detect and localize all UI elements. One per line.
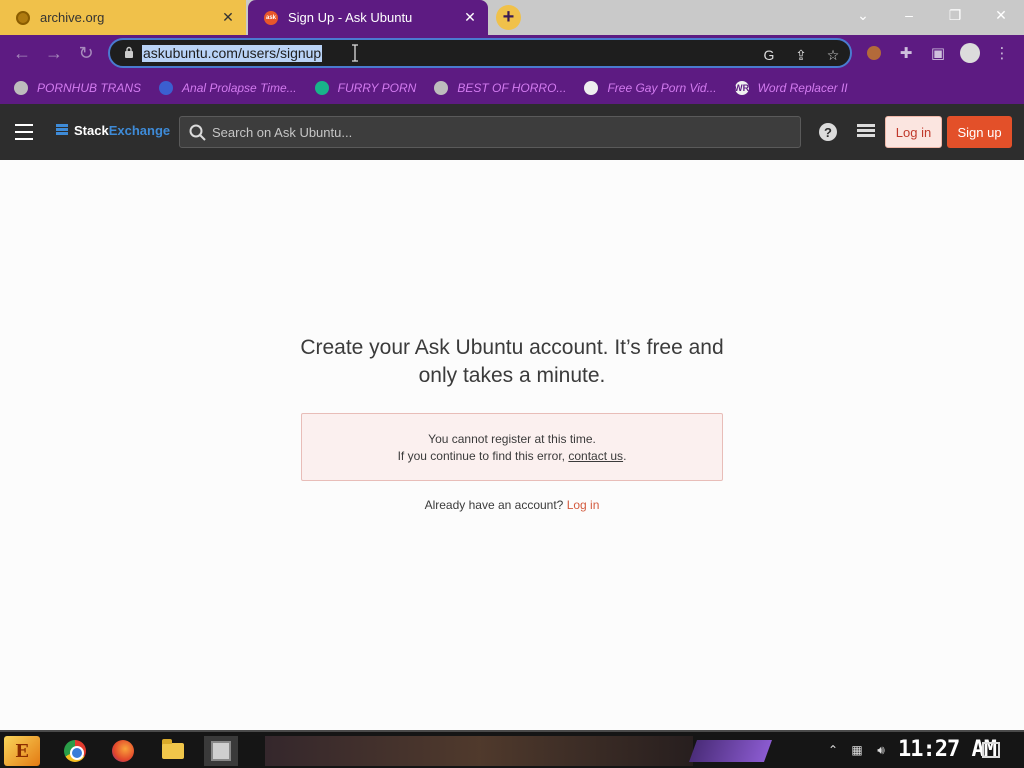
bookmark-item[interactable]: Anal Prolapse Time... [159,80,297,95]
stackexchange-logo-icon [56,123,68,138]
stackexchange-logo[interactable]: Stack Exchange [56,123,170,138]
bookmark-item[interactable]: PORNHUB TRANS [14,80,142,95]
notice-period: . [623,449,627,463]
side-panel-icon[interactable]: ▣ [926,41,950,65]
site-topbar: Stack Exchange Search on Ask Ubuntu... ? [0,104,1024,160]
back-icon[interactable]: ← [10,41,34,65]
already-have-account: Already have an account? Log in [290,498,734,512]
close-window-icon[interactable]: ✕ [981,0,1021,30]
minimize-icon[interactable]: – [889,0,929,30]
askubuntu-favicon-icon: ask [264,10,278,25]
signup-button[interactable]: Sign up [947,116,1012,148]
chrome-menu-icon[interactable]: ⋮ [990,41,1014,65]
bookmark-label: Anal Prolapse Time... [182,80,297,95]
tab-signup[interactable]: ask Sign Up - Ask Ubuntu ✕ [248,0,488,35]
app-taskbar-icon[interactable] [204,736,238,766]
tab-close-icon[interactable]: ✕ [462,9,478,26]
login-button[interactable]: Log in [885,116,942,148]
browser-toolbar: ← → ↻ askubuntu.com/users/signup G ⇪ ☆ ✚… [0,35,1024,71]
error-notice: You cannot register at this time. If you… [301,413,723,481]
hamburger-menu-icon[interactable] [15,124,33,140]
extensions-puzzle-icon[interactable]: ✚ [894,41,918,65]
bookmark-item[interactable]: BEST OF HORRO... [434,80,567,95]
search-placeholder: Search on Ask Ubuntu... [212,125,353,140]
already-text: Already have an account? [424,498,567,512]
globe-icon [434,80,449,95]
network-icon[interactable]: ▦ [848,742,866,758]
logo-text-exchange: Exchange [108,123,171,138]
page-headline: Create your Ask Ubuntu account. It’s fre… [300,336,724,387]
tab-search-icon[interactable]: ⌄ [843,0,883,30]
bookmark-icon [584,80,599,95]
logo-text-stack: Stack [74,123,109,138]
bookmark-item[interactable]: Free Gay Porn Vid... [584,80,717,95]
new-tab-button[interactable]: + [496,5,521,30]
taskbar-accent-decoration [688,740,773,762]
site-switcher-icon[interactable] [857,124,875,140]
help-icon[interactable]: ? [819,123,837,141]
notice-line-2: If you continue to find this error, cont… [302,448,722,465]
login-link[interactable]: Log in [567,498,600,512]
reload-icon[interactable]: ↻ [74,41,98,65]
notification-icon[interactable] [982,742,1000,758]
bookmark-label: Free Gay Porn Vid... [607,80,717,95]
bookmark-label: PORNHUB TRANS [37,80,142,95]
share-icon[interactable]: ⇪ [792,46,810,64]
globe-icon [14,80,28,95]
file-explorer-taskbar-icon[interactable] [156,736,190,766]
bookmark-item[interactable]: WR Word Replacer II [734,80,848,95]
tab-close-icon[interactable]: ✕ [220,9,236,26]
browser-tab-strip: archive.org ✕ ask Sign Up - Ask Ubuntu ✕… [0,0,1024,35]
extension-avatar-icon[interactable] [862,41,886,65]
bookmark-label: FURRY PORN [337,80,417,95]
chrome-taskbar-icon[interactable] [58,736,92,766]
archive-favicon-icon [16,10,30,25]
tab-title: archive.org [40,10,105,25]
address-bar[interactable]: askubuntu.com/users/signup G ⇪ ☆ [108,38,852,68]
text-cursor-icon [352,44,358,62]
bookmark-star-icon[interactable]: ☆ [824,46,842,64]
bookmark-label: BEST OF HORRO... [457,80,567,95]
notice-line-1: You cannot register at this time. [428,432,596,446]
url-text[interactable]: askubuntu.com/users/signup [142,45,323,62]
forward-icon[interactable]: → [42,41,66,65]
lock-icon [125,46,133,58]
site-search-input[interactable]: Search on Ask Ubuntu... [179,116,801,148]
bookmark-icon [159,80,174,95]
bookmark-label: Word Replacer II [757,80,848,95]
volume-icon[interactable]: 🔊︎ [872,742,890,758]
start-button[interactable]: E [4,736,40,766]
extension-icon: WR [734,80,750,95]
tab-title: Sign Up - Ask Ubuntu [288,10,413,25]
tab-archive[interactable]: archive.org ✕ [0,0,246,35]
bookmarks-bar: PORNHUB TRANS Anal Prolapse Time... FURR… [0,71,1024,104]
profile-icon[interactable] [958,41,982,65]
windows-taskbar: E ⌃ ▦ 🔊︎ 11:27 AM [0,730,1024,768]
firefox-taskbar-icon[interactable] [106,736,140,766]
taskbar-decoration [265,736,693,766]
search-icon [189,124,206,141]
notice-text: If you continue to find this error, [397,449,569,463]
google-lens-icon[interactable]: G [760,46,778,64]
tray-chevron-icon[interactable]: ⌃ [824,742,842,758]
bookmark-icon [314,80,329,95]
restore-icon[interactable]: ❐ [935,0,975,30]
contact-us-link[interactable]: contact us [568,449,623,463]
bookmark-item[interactable]: FURRY PORN [314,80,417,95]
